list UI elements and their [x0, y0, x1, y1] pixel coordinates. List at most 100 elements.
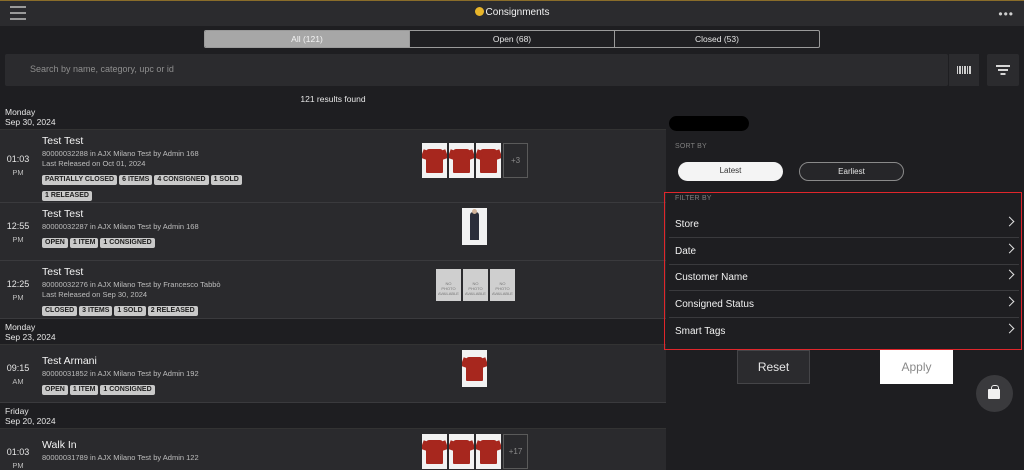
row-released: Last Released on Oct 01, 2024 — [42, 159, 146, 168]
more-items-count: +17 — [503, 434, 528, 469]
reset-button[interactable]: Reset — [737, 350, 810, 384]
day-header: Friday Sep 20, 2024 — [0, 403, 666, 429]
status-badge: OPEN — [42, 238, 68, 248]
row-tags: OPEN 1 ITEM 1 CONSIGNED — [42, 382, 199, 398]
product-thumbnail — [422, 143, 447, 178]
filter-icon — [996, 65, 1010, 67]
sort-by-label: SORT BY — [675, 143, 707, 150]
barcode-scan-button[interactable] — [949, 54, 979, 86]
chevron-right-icon — [1004, 323, 1015, 334]
items-badge: 3 ITEMS — [79, 306, 113, 316]
row-title: Walk In — [42, 439, 77, 451]
product-thumbnail — [449, 143, 474, 178]
consignment-row[interactable]: 01:03 PM Walk In 80000031789 in AJX Milan… — [0, 429, 666, 470]
product-thumbnail — [449, 434, 474, 469]
redacted-pill — [669, 116, 749, 131]
shopping-bag-button[interactable] — [976, 375, 1013, 412]
filter-item-date[interactable]: Date — [669, 238, 1019, 265]
row-subtitle: 80000032276 in AJX Milano Test by France… — [42, 280, 221, 289]
chevron-right-icon — [1004, 269, 1015, 280]
filter-button[interactable] — [987, 54, 1019, 86]
tab-open[interactable]: Open (68) — [410, 31, 615, 47]
row-time: 12:25 PM — [6, 279, 30, 302]
day-header: Monday Sep 23, 2024 — [0, 319, 666, 345]
consigned-badge: 1 CONSIGNED — [100, 385, 155, 395]
row-time: 12:55 PM — [6, 221, 30, 244]
more-items-count: +3 — [503, 143, 528, 178]
row-title: Test Test — [42, 266, 84, 278]
barcode-icon — [957, 66, 971, 74]
items-badge: 1 ITEM — [69, 385, 99, 395]
product-thumbnail — [422, 434, 447, 469]
row-time: 01:03 PM — [6, 447, 30, 470]
status-tabs: All (121) Open (68) Closed (53) — [204, 30, 820, 48]
no-photo-thumbnail: NO PHOTO AVAILABLE — [463, 269, 488, 301]
row-thumbnails — [462, 208, 489, 245]
chevron-right-icon — [1004, 296, 1015, 307]
row-title: Test Test — [42, 135, 84, 147]
row-tags: CLOSED 3 ITEMS 1 SOLD 2 RELEASED — [42, 303, 221, 319]
row-info: Test Test 80000032287 in AJX Milano Test… — [42, 208, 199, 251]
status-badge: CLOSED — [42, 306, 78, 316]
row-subtitle: 80000032288 in AJX Milano Test by Admin … — [42, 149, 199, 158]
chevron-right-icon — [1004, 243, 1015, 254]
row-subtitle: 80000031789 in AJX Milano Test by Admin … — [42, 453, 199, 462]
row-info: Walk In 80000031789 in AJX Milano Test b… — [42, 439, 199, 463]
released-badge: 2 RELEASED — [147, 306, 198, 316]
filter-item-store[interactable]: Store — [669, 211, 1019, 238]
consignment-list[interactable]: Monday Sep 30, 2024 01:03 PM Test Test 800… — [0, 104, 666, 470]
no-photo-thumbnail: NO PHOTO AVAILABLE — [436, 269, 461, 301]
row-released: Last Released on Sep 30, 2024 — [42, 290, 148, 299]
product-thumbnail — [462, 350, 487, 387]
items-badge: 1 ITEM — [69, 238, 99, 248]
top-bar: Consignments ••• — [0, 0, 1024, 26]
row-time: 09:15 AM — [6, 363, 30, 386]
filter-item-smart-tags[interactable]: Smart Tags — [669, 318, 1019, 345]
status-badge: PARTIALLY CLOSED — [42, 175, 118, 185]
no-photo-thumbnail: NO PHOTO AVAILABLE — [490, 269, 515, 301]
product-thumbnail — [462, 208, 487, 245]
items-badge: 6 ITEMS — [119, 175, 153, 185]
row-subtitle: 80000031852 in AJX Milano Test by Admin … — [42, 369, 199, 378]
more-options-icon[interactable]: ••• — [998, 8, 1014, 20]
chevron-right-icon — [1004, 216, 1015, 227]
search-bar — [5, 54, 948, 86]
shopping-bag-icon — [988, 385, 1000, 399]
sold-badge: 1 SOLD — [114, 306, 146, 316]
row-tags: OPEN 1 ITEM 1 CONSIGNED — [42, 235, 199, 251]
apply-button[interactable]: Apply — [880, 350, 953, 384]
results-count: 121 results found — [300, 94, 366, 104]
day-header: Monday Sep 30, 2024 — [0, 104, 666, 130]
row-thumbnails: +3 — [422, 143, 528, 178]
consignment-row[interactable]: 12:25 PM Test Test 80000032276 in AJX Mil… — [0, 261, 666, 319]
row-info: Test Armani 80000031852 in AJX Milano Te… — [42, 355, 199, 398]
row-thumbnails: +17 — [422, 434, 528, 469]
filter-item-customer-name[interactable]: Customer Name — [669, 264, 1019, 291]
released-badge: 1 RELEASED — [42, 191, 92, 201]
filter-by-label: FILTER BY — [675, 195, 712, 202]
product-thumbnail — [476, 143, 501, 178]
row-title: Test Armani — [42, 355, 97, 367]
search-input[interactable] — [30, 64, 630, 74]
tab-closed[interactable]: Closed (53) — [615, 31, 819, 47]
row-tags: PARTIALLY CLOSED 6 ITEMS 4 CONSIGNED 1 SOLD… — [42, 172, 247, 204]
consigned-badge: 4 CONSIGNED — [154, 175, 209, 185]
row-title: Test Test — [42, 208, 84, 220]
sold-badge: 1 SOLD — [210, 175, 242, 185]
row-info: Test Test 80000032276 in AJX Milano Test… — [42, 266, 221, 319]
row-thumbnails — [462, 350, 489, 387]
sort-earliest-button[interactable]: Earliest — [799, 162, 904, 181]
row-time: 01:03 PM — [6, 154, 30, 177]
consignment-row[interactable]: 01:03 PM Test Test 80000032288 in AJX Mil… — [0, 130, 666, 203]
row-thumbnails: NO PHOTO AVAILABLE NO PHOTO AVAILABLE NO… — [436, 269, 517, 301]
consignment-row[interactable]: 09:15 AM Test Armani 80000031852 in AJX M… — [0, 345, 666, 403]
consigned-badge: 1 CONSIGNED — [100, 238, 155, 248]
status-badge: OPEN — [42, 385, 68, 395]
consignment-row[interactable]: 12:55 PM Test Test 80000032287 in AJX Mil… — [0, 203, 666, 261]
sort-latest-button[interactable]: Latest — [678, 162, 783, 181]
filter-item-consigned-status[interactable]: Consigned Status — [669, 291, 1019, 318]
row-info: Test Test 80000032288 in AJX Milano Test… — [42, 135, 247, 204]
app-logo-icon — [474, 7, 484, 16]
tab-all[interactable]: All (121) — [205, 31, 410, 47]
page-title: Consignments — [0, 7, 1024, 18]
